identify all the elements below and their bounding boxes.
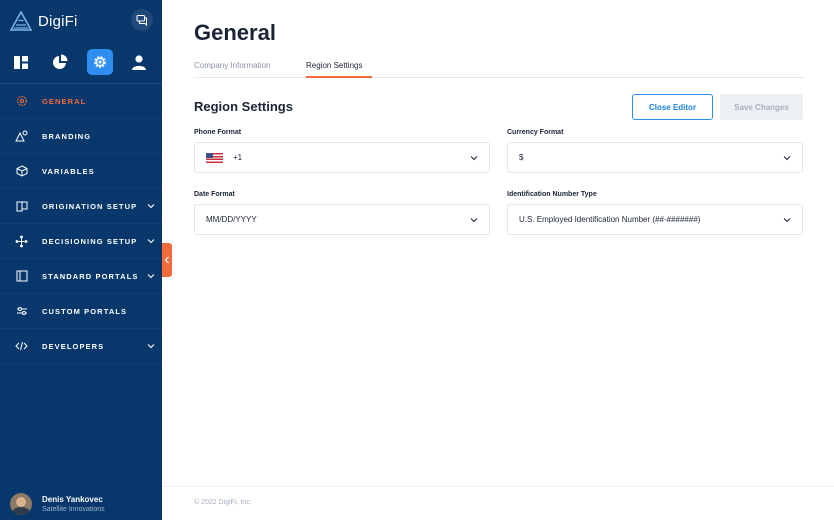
- sidebar-item-developers[interactable]: DEVELOPERS: [0, 329, 162, 364]
- date-format-value: MM/DD/YYYY: [206, 215, 257, 224]
- sidebar-item-label: CUSTOM PORTALS: [42, 306, 128, 316]
- brand-name: DigiFi: [38, 12, 78, 30]
- book-icon: [15, 200, 28, 213]
- sidebar-item-label: BRANDING: [42, 131, 92, 141]
- id-number-type-value: U.S. Employed Identification Number (##-…: [519, 215, 701, 224]
- chevron-down-icon: [783, 156, 791, 161]
- brush-icon: [15, 130, 28, 143]
- sidebar-item-standard-portals[interactable]: STANDARD PORTALS: [0, 259, 162, 294]
- us-flag-icon: [206, 152, 223, 163]
- sidebar-item-custom-portals[interactable]: CUSTOM PORTALS: [0, 294, 162, 329]
- currency-format-label: Currency Format: [507, 129, 564, 136]
- code-icon: [15, 340, 28, 353]
- chevron-down-icon: [470, 156, 478, 161]
- main-content: General Company Information Region Setti…: [162, 0, 834, 520]
- user-org: Satellite Innovations: [42, 506, 105, 513]
- tab-bar: Company Information Region Settings: [194, 58, 804, 78]
- reports-button[interactable]: [47, 49, 73, 75]
- settings-button[interactable]: [87, 49, 113, 75]
- brand[interactable]: DigiFi: [10, 10, 78, 32]
- phone-format-value: +1: [233, 153, 243, 162]
- sidebar-item-branding[interactable]: BRANDING: [0, 119, 162, 154]
- chat-icon: [136, 15, 147, 26]
- gear-icon: [15, 95, 28, 108]
- sidebar-item-label: ORIGINATION SETUP: [42, 201, 138, 211]
- active-tab-indicator: [306, 76, 372, 78]
- sidebar-item-label: GENERAL: [42, 96, 87, 106]
- section-title: Region Settings: [194, 99, 293, 114]
- user-icon: [132, 54, 146, 70]
- digifi-logo-icon: [10, 11, 32, 31]
- dashboard-button[interactable]: [8, 49, 34, 75]
- sidebar-item-label: DECISIONING SETUP: [42, 236, 138, 246]
- user-name: Denis Yankovec: [42, 495, 103, 504]
- page-title: General: [194, 20, 276, 45]
- chevron-down-icon: [147, 274, 155, 279]
- footer-copyright: © 2022 DigiFi, Inc.: [194, 499, 252, 506]
- sidebar-item-decisioning-setup[interactable]: DECISIONING SETUP: [0, 224, 162, 259]
- id-number-type-select[interactable]: U.S. Employed Identification Number (##-…: [507, 204, 803, 235]
- id-number-type-label: Identification Number Type: [507, 191, 597, 198]
- footer-divider: [162, 486, 834, 487]
- currency-format-value: $: [519, 153, 524, 162]
- sidebar-item-general[interactable]: GENERAL: [0, 84, 162, 119]
- chevron-down-icon: [470, 218, 478, 223]
- tab-region-settings[interactable]: Region Settings: [306, 61, 362, 70]
- tab-company-information[interactable]: Company Information: [194, 61, 270, 70]
- sidebar-item-label: STANDARD PORTALS: [42, 271, 139, 281]
- avatar: [10, 493, 32, 515]
- save-changes-button[interactable]: Save Changes: [720, 94, 803, 120]
- phone-format-select[interactable]: +1: [194, 142, 490, 173]
- phone-format-label: Phone Format: [194, 129, 242, 136]
- sidebar-item-variables[interactable]: VARIABLES: [0, 154, 162, 189]
- layout-icon: [15, 270, 28, 283]
- close-editor-button[interactable]: Close Editor: [632, 94, 713, 120]
- chevron-down-icon: [783, 218, 791, 223]
- user-info: Denis Yankovec Satellite Innovations: [42, 495, 105, 513]
- sidebar-item-label: VARIABLES: [42, 166, 95, 176]
- cube-icon: [15, 165, 28, 178]
- profile-button[interactable]: [126, 49, 152, 75]
- date-format-select[interactable]: MM/DD/YYYY: [194, 204, 490, 235]
- chevron-down-icon: [147, 239, 155, 244]
- dashboard-icon: [14, 55, 28, 69]
- top-icon-bar: [0, 47, 162, 77]
- sliders-icon: [15, 305, 28, 318]
- user-profile[interactable]: Denis Yankovec Satellite Innovations: [10, 493, 105, 515]
- date-format-label: Date Format: [194, 191, 235, 198]
- gear-icon: [94, 56, 106, 68]
- chevron-down-icon: [147, 204, 155, 209]
- pie-chart-icon: [53, 54, 68, 69]
- chevron-down-icon: [147, 344, 155, 349]
- chat-button[interactable]: [131, 9, 153, 31]
- sidebar-item-label: DEVELOPERS: [42, 341, 105, 351]
- flow-icon: [15, 235, 28, 248]
- sidebar-nav: GENERAL BRANDING VARIABLES ORIGINATION S…: [0, 84, 162, 364]
- sidebar: DigiFi GENERAL BRANDING VARIABLES ORIGIN…: [0, 0, 162, 520]
- sidebar-item-origination-setup[interactable]: ORIGINATION SETUP: [0, 189, 162, 224]
- currency-format-select[interactable]: $: [507, 142, 803, 173]
